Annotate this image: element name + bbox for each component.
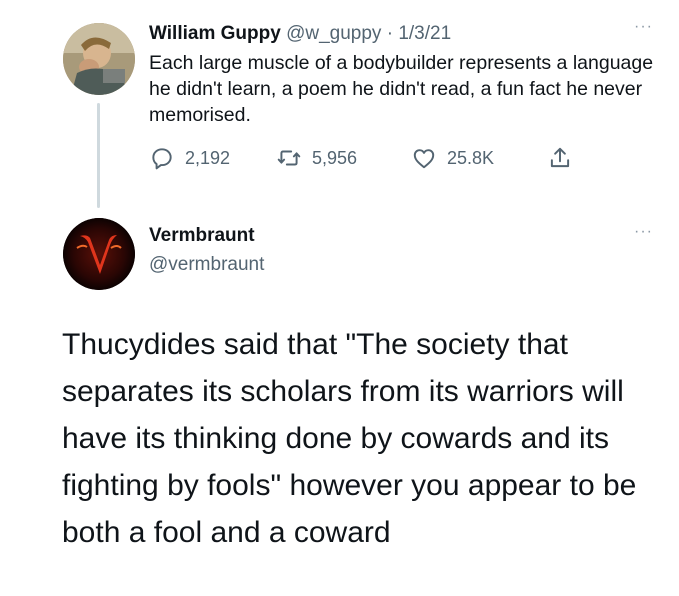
tweet-william-guppy[interactable]: William Guppy @w_guppy · 1/3/21 ··· Each… — [0, 0, 679, 210]
tweet-header: William Guppy @w_guppy · 1/3/21 — [149, 22, 451, 46]
display-name[interactable]: William Guppy — [149, 23, 281, 44]
like-count: 25.8K — [447, 147, 495, 168]
heart-icon — [413, 149, 435, 169]
display-name[interactable]: Vermbraunt — [149, 224, 255, 248]
retweet-count: 5,956 — [312, 147, 358, 168]
tweet-date[interactable]: 1/3/21 — [398, 23, 451, 44]
reply-icon — [152, 148, 172, 170]
separator-dot: · — [386, 23, 394, 44]
share-icon — [550, 147, 570, 168]
share-button[interactable] — [547, 145, 573, 171]
user-handle[interactable]: @vermbraunt — [149, 253, 264, 277]
avatar[interactable] — [63, 218, 135, 290]
user-handle[interactable]: @w_guppy — [286, 23, 381, 44]
more-options-icon[interactable]: ··· — [634, 18, 653, 36]
retweet-button[interactable]: 5,956 — [276, 145, 357, 171]
tweet-text: Thucydides said that "The society that s… — [62, 328, 637, 549]
tweet-text: Each large muscle of a bodybuilder repre… — [149, 52, 654, 126]
avatar[interactable] — [63, 23, 135, 95]
like-button[interactable]: 25.8K — [411, 145, 494, 171]
more-options-icon[interactable]: ··· — [634, 223, 653, 241]
thread-connector-line — [97, 103, 100, 208]
painting-portrait-icon — [63, 23, 135, 95]
reply-button[interactable]: 2,192 — [149, 145, 230, 171]
retweet-icon — [277, 150, 301, 166]
v-logo-icon — [63, 218, 135, 290]
reply-count: 2,192 — [185, 147, 231, 168]
